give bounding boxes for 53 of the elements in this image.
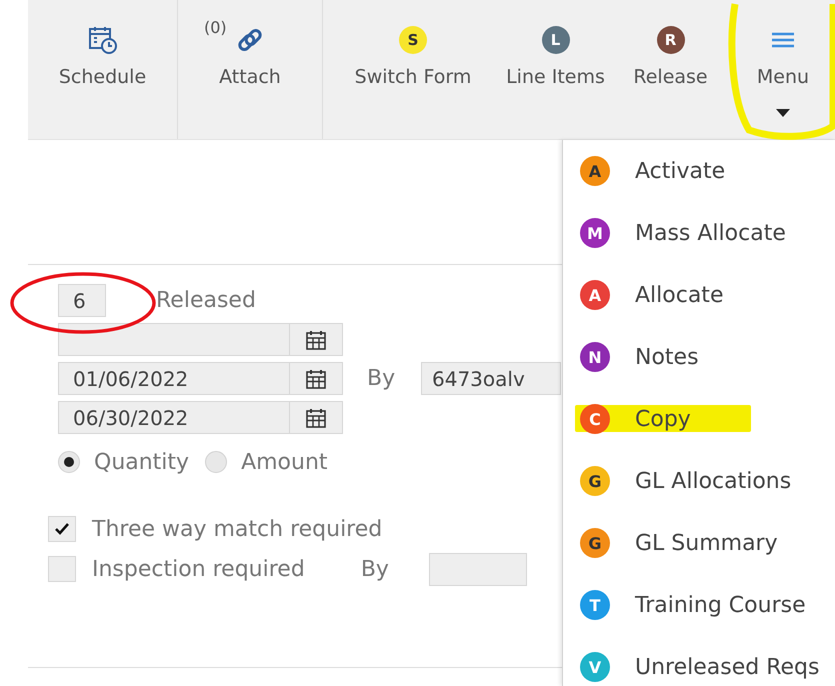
date-field[interactable]: 01/06/2022 — [58, 362, 290, 395]
menu-item[interactable]: C Copy — [563, 388, 835, 450]
field-label: By — [367, 366, 396, 391]
calendar-icon — [306, 408, 326, 428]
user-field[interactable]: 6473oalv — [421, 362, 561, 395]
radio-button[interactable] — [205, 451, 228, 473]
toolbar-button[interactable]: (0) Attach — [178, 0, 323, 139]
menu-item[interactable]: A Allocate — [563, 264, 835, 326]
letter-badge-icon: R — [656, 26, 684, 54]
field-label: Released — [156, 288, 256, 313]
menu-item[interactable]: M Mass Allocate — [563, 202, 835, 264]
calendar-icon — [306, 330, 326, 350]
toolbar-button[interactable]: Menu — [733, 0, 833, 139]
letter-badge-icon: G — [580, 466, 610, 496]
letter-badge-icon: N — [580, 342, 610, 372]
menu-item[interactable]: N Notes — [563, 326, 835, 388]
letter-badge-icon: A — [580, 280, 610, 310]
letter-badge-icon: V — [580, 652, 610, 682]
letter-badge-icon: T — [580, 590, 610, 620]
letter-badge-icon: L — [542, 26, 570, 54]
calendar-button[interactable] — [290, 401, 343, 434]
checkbox[interactable] — [48, 556, 76, 582]
attachment-count: (0) — [204, 18, 227, 37]
menu-item[interactable]: T Training Course — [563, 574, 835, 636]
calendar-clock-icon — [88, 25, 118, 55]
toolbar-button[interactable]: R Release — [608, 0, 733, 139]
menu-icon — [770, 30, 796, 50]
menu-item[interactable]: A Activate — [563, 140, 835, 202]
checkbox-label: Three way match required — [92, 516, 382, 542]
menu-item[interactable]: G GL Allocations — [563, 450, 835, 512]
count-field[interactable]: 6 — [58, 284, 106, 317]
checkmark-icon — [54, 522, 70, 536]
checkbox[interactable] — [48, 516, 76, 542]
calendar-button[interactable] — [290, 362, 343, 395]
calendar-button[interactable] — [290, 323, 343, 356]
letter-badge-icon: G — [580, 528, 610, 558]
field-label: By — [360, 556, 390, 582]
radio-label: Quantity — [94, 450, 190, 474]
radio-button[interactable] — [58, 451, 80, 473]
menu-item[interactable]: G GL Summary — [563, 512, 835, 574]
checkbox-label: Inspection required — [92, 556, 305, 582]
toolbar-button[interactable]: S Switch Form — [323, 0, 503, 139]
letter-badge-icon: S — [399, 26, 427, 54]
letter-badge-icon: M — [580, 218, 610, 248]
user-field[interactable] — [428, 552, 527, 586]
letter-badge-icon: A — [580, 156, 610, 186]
radio-label: Amount — [241, 450, 328, 474]
menu-item[interactable]: V Unreleased Reqs — [563, 636, 835, 686]
toolbar-button[interactable]: Schedule — [28, 0, 178, 139]
toolbar-button[interactable]: L Line Items — [503, 0, 608, 139]
date-field[interactable]: 06/30/2022 — [58, 401, 290, 434]
calendar-icon — [306, 368, 326, 388]
date-field[interactable] — [58, 323, 290, 356]
